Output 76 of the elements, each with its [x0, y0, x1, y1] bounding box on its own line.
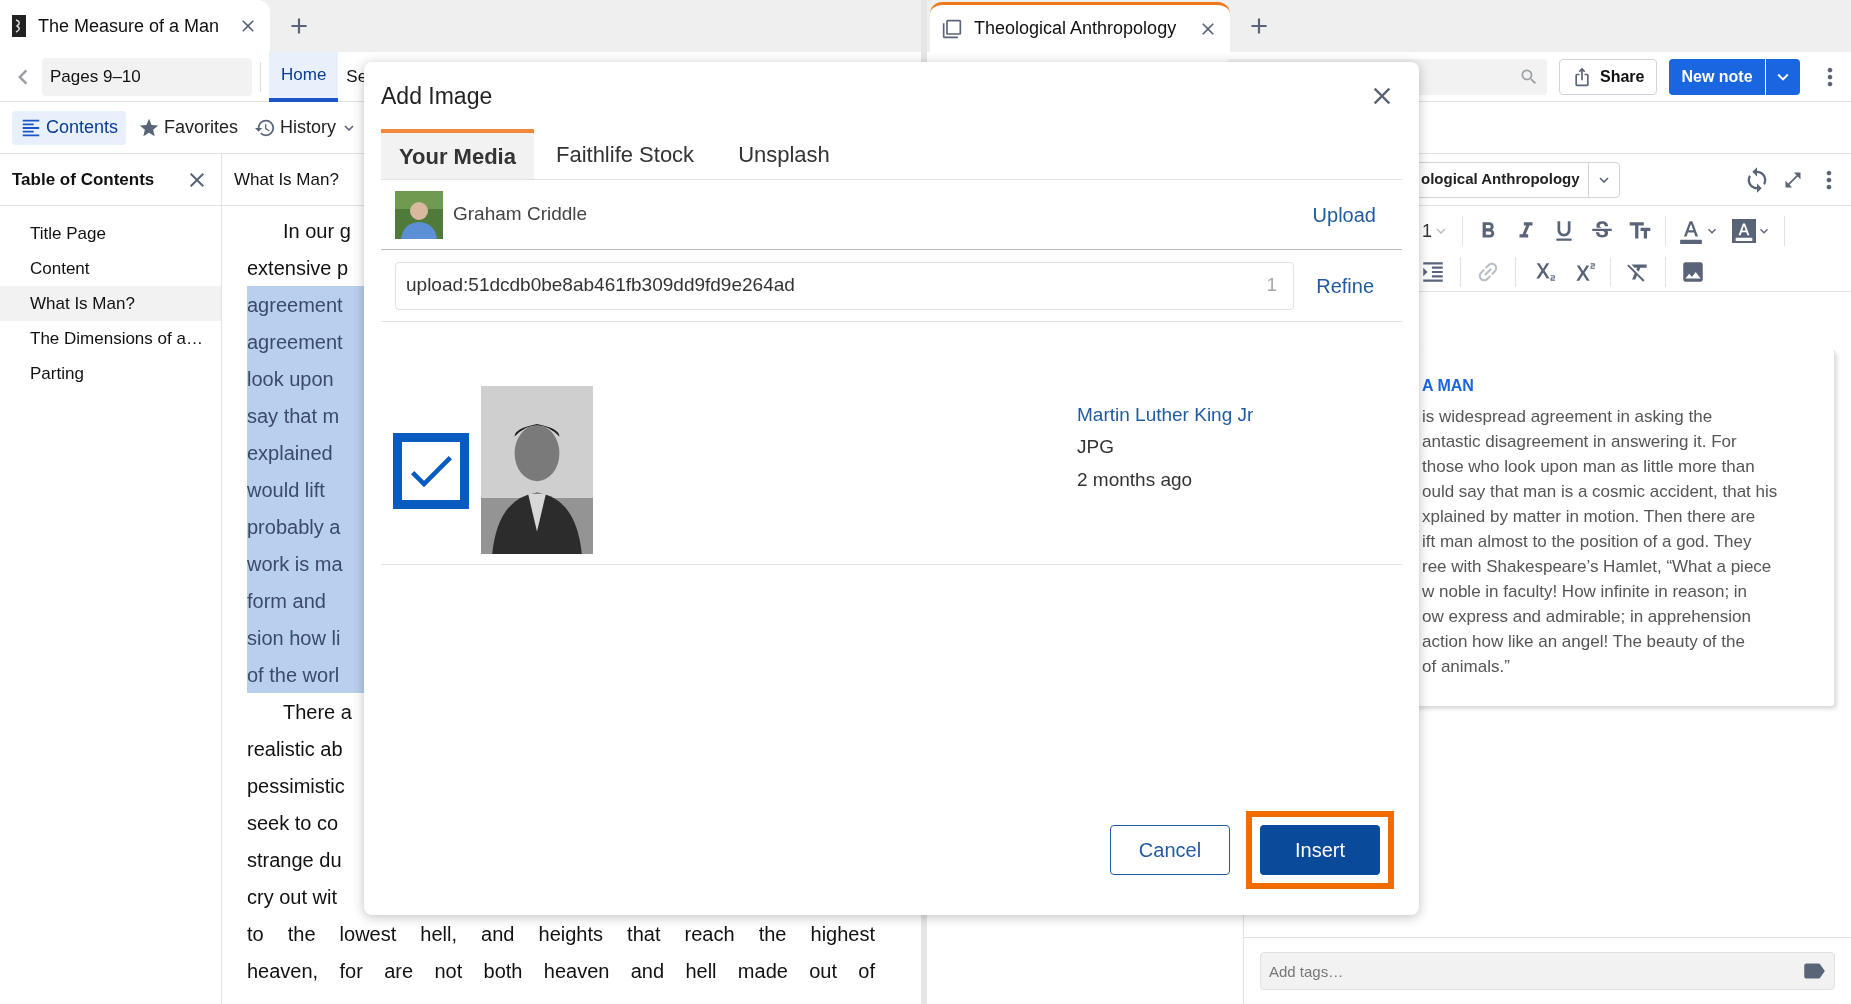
text-line: cry out wit — [247, 884, 339, 910]
note-heading: A MAN — [1422, 376, 1475, 396]
note-line: ree with Shakespeare’s Hamlet, “What a piece — [1422, 556, 1773, 578]
text-line: In our g — [283, 218, 352, 244]
highlight-icon — [1734, 221, 1754, 241]
note-line: antastic disagreement in answering it. For — [1422, 431, 1738, 453]
note-line: is widespread agreement in asking the — [1422, 406, 1714, 428]
text-line: extensive p — [247, 255, 350, 281]
text-line: probably a — [247, 514, 342, 540]
new-note-button[interactable]: New note — [1669, 58, 1765, 95]
caret-icon — [344, 124, 355, 131]
text-line: work is ma — [247, 551, 344, 577]
media-tab[interactable]: Your Media — [381, 129, 534, 179]
text-line: agreement — [247, 329, 344, 355]
user-name: Graham Criddle — [453, 202, 588, 227]
toc-item[interactable]: What Is Man? — [0, 286, 221, 321]
upload-link[interactable]: Upload — [1312, 199, 1376, 230]
note-line: xplained by matter in motion. Then there are — [1422, 506, 1757, 528]
toc-item[interactable]: The Dimensions of a… — [0, 321, 221, 356]
toolbar-button[interactable]: Favorites — [134, 110, 243, 145]
note-line: of animals.” — [1422, 656, 1511, 678]
share-button[interactable]: Share — [1559, 58, 1658, 95]
text-line: seek to co — [247, 810, 340, 836]
toc-item[interactable]: Content — [0, 251, 221, 286]
document-tab[interactable]: The Measure of a Man — [0, 0, 270, 52]
book-icon — [12, 15, 26, 37]
text-line: heaven, for are not both heaven and hell made out of — [247, 958, 875, 984]
media-type: JPG — [1077, 435, 1115, 459]
toolbar-button[interactable]: Contents — [12, 110, 127, 145]
toc-item[interactable]: Parting — [0, 356, 221, 391]
refine-link[interactable]: Refine — [1316, 270, 1374, 301]
media-date: 2 months ago — [1077, 467, 1194, 492]
note-line: ould say that man is a cosmic accident, that his — [1422, 481, 1779, 503]
media-tab[interactable]: Faithlife Stock — [533, 129, 717, 179]
note-line: ift man almost to the position of a god. They — [1422, 531, 1753, 553]
text-line: There a — [283, 699, 353, 725]
text-line: sion how li — [247, 625, 342, 651]
tab-title: Theological Anthropology — [974, 17, 1177, 40]
toolbar-button[interactable]: History — [250, 110, 359, 145]
text-line: agreement — [247, 292, 344, 318]
note-line: those who look upon man as little more than — [1422, 456, 1756, 478]
text-line: look upon — [247, 366, 335, 392]
text-line: would lift — [247, 477, 326, 503]
location-field[interactable]: Pages 9–10 — [42, 57, 252, 96]
notes-icon — [942, 18, 962, 39]
section-title: What Is Man? — [234, 168, 339, 191]
text-line: to the lowest hell, and heights that reach the highest — [247, 921, 875, 947]
search-field[interactable]: upload:51dcdb0be8ab461fb309dd9fd9e264ad 1 — [395, 261, 1295, 310]
tab-title: The Measure of a Man — [38, 14, 220, 38]
cancel-button[interactable]: Cancel — [1110, 825, 1230, 875]
dialog-title: Add Image — [381, 81, 493, 111]
text-line: of the worl — [247, 662, 341, 688]
note-line: ow express and admirable; in apprehension — [1422, 606, 1752, 628]
note-line: w noble in faculty! How infinite in reason; in — [1422, 581, 1749, 603]
text-line: pessimistic — [247, 773, 346, 799]
media-title-link[interactable]: Martin Luther King Jr — [1077, 400, 1254, 429]
text-line: form and — [247, 588, 327, 614]
panel-title: Table of Contents — [12, 168, 155, 191]
font-size-dropdown[interactable]: 1 — [1422, 217, 1450, 245]
result-count: 1 — [1266, 273, 1278, 298]
nav-tab[interactable]: Home — [269, 51, 339, 102]
media-tab[interactable]: Unsplash — [716, 129, 852, 179]
caret-icon — [1598, 176, 1609, 183]
text-line: realistic ab — [247, 736, 344, 762]
insert-button[interactable]: Insert — [1260, 825, 1380, 875]
text-line: strange du — [247, 847, 343, 873]
checkbox[interactable] — [393, 433, 469, 509]
share-icon — [1572, 66, 1592, 87]
tags-field[interactable]: Add tags… — [1260, 952, 1835, 990]
toc-item[interactable]: Title Page — [0, 216, 221, 251]
note-line: action how like an angel! The beauty of the — [1422, 631, 1746, 653]
dropdown-button[interactable] — [1765, 58, 1800, 95]
document-tab[interactable]: Theological Anthropology — [930, 2, 1230, 52]
text-line: say that m — [247, 403, 341, 429]
font-color-icon — [1678, 218, 1704, 244]
text-line: explained — [247, 440, 334, 466]
